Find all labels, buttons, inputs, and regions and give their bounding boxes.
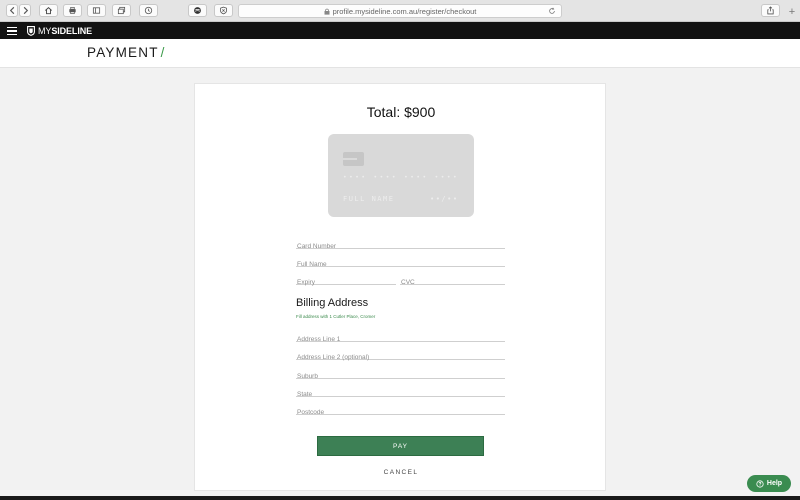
suburb-input[interactable] xyxy=(296,370,505,383)
postcode-input[interactable] xyxy=(296,406,505,419)
lock-icon xyxy=(324,8,330,15)
cancel-link: CANCEL xyxy=(195,469,607,476)
cancel-button[interactable]: CANCEL xyxy=(384,469,419,476)
help-circle-icon xyxy=(756,479,764,488)
chevron-left-icon xyxy=(9,6,14,15)
card-preview-expiry: ••/•• xyxy=(430,195,459,203)
page-title: PAYMENT / xyxy=(87,45,166,60)
home-button[interactable] xyxy=(39,4,58,17)
clock-icon xyxy=(144,6,153,15)
cvc-input[interactable] xyxy=(400,276,505,289)
privacy-button[interactable] xyxy=(214,4,233,17)
site-header: MYSIDELINE xyxy=(0,22,800,39)
page-title-bar: PAYMENT / xyxy=(0,39,800,68)
card-preview-number: •••• •••• •••• •••• xyxy=(343,174,460,181)
card-preview-name: FULL NAME xyxy=(343,195,395,203)
full-name-input[interactable] xyxy=(296,258,505,271)
share-button[interactable] xyxy=(761,4,780,17)
chevron-right-icon xyxy=(23,6,28,15)
credit-card-preview: •••• •••• •••• •••• FULL NAME ••/•• xyxy=(328,134,474,217)
state-input[interactable] xyxy=(296,388,505,401)
card-number-input[interactable] xyxy=(296,240,505,253)
address-line1-field xyxy=(296,328,505,346)
suburb-field xyxy=(296,365,505,383)
payment-total: Total: $900 xyxy=(366,104,436,120)
bottom-strip xyxy=(0,496,800,500)
extension-icon xyxy=(194,7,201,14)
card-chip-icon xyxy=(343,152,364,166)
tabs-overview-button[interactable] xyxy=(112,4,131,17)
sidebar-icon xyxy=(92,7,101,14)
site-logo[interactable]: MYSIDELINE xyxy=(27,25,92,36)
url-text: profile.mysideline.com.au/register/check… xyxy=(332,6,477,16)
menu-icon[interactable] xyxy=(7,27,17,36)
expiry-input[interactable] xyxy=(296,276,396,289)
fill-address-link[interactable]: Fill address with 1 Cutler Place, Cromer xyxy=(296,314,375,319)
address-line1-input[interactable] xyxy=(296,333,505,346)
address-bar[interactable]: profile.mysideline.com.au/register/check… xyxy=(238,4,562,18)
printer-icon xyxy=(69,6,76,15)
sidebar-toggle-button[interactable] xyxy=(87,4,106,17)
help-button[interactable]: Help xyxy=(747,475,791,492)
title-slash: / xyxy=(160,45,166,60)
home-icon xyxy=(45,7,52,15)
full-name-field xyxy=(296,253,505,271)
extension-button[interactable] xyxy=(188,4,207,17)
pay-button[interactable]: PAY xyxy=(317,436,484,456)
reload-icon[interactable] xyxy=(548,7,556,15)
expiry-field xyxy=(296,271,396,289)
forward-button[interactable] xyxy=(19,4,31,17)
help-label: Help xyxy=(766,480,783,487)
browser-toolbar: profile.mysideline.com.au/register/check… xyxy=(0,0,800,22)
shield-close-icon xyxy=(220,6,227,15)
card-number-field xyxy=(296,235,505,253)
shield-logo-icon xyxy=(27,25,35,36)
payment-form-card: Total: $900 •••• •••• •••• •••• FULL NAM… xyxy=(194,83,606,491)
state-field xyxy=(296,383,505,401)
billing-address-heading: Billing Address xyxy=(296,297,369,309)
tabs-icon xyxy=(117,6,126,15)
history-button[interactable] xyxy=(139,4,158,17)
address-line2-field xyxy=(296,346,505,364)
cvc-field xyxy=(400,271,505,289)
postcode-field xyxy=(296,401,505,419)
logo-text: MYSIDELINE xyxy=(38,25,93,36)
address-line2-input[interactable] xyxy=(296,351,505,364)
back-button[interactable] xyxy=(6,4,18,17)
share-icon xyxy=(767,6,774,15)
new-tab-button[interactable]: + xyxy=(786,6,798,18)
plus-icon: + xyxy=(788,6,796,18)
print-button[interactable] xyxy=(63,4,82,17)
